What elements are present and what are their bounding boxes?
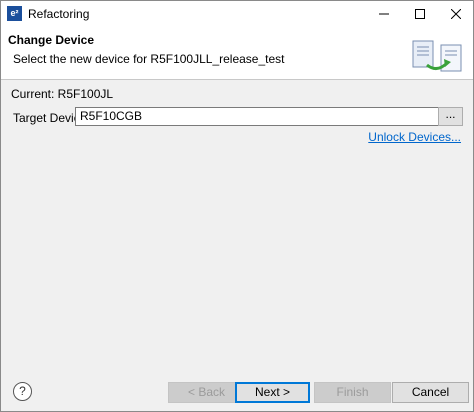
e2-studio-icon: e² <box>7 6 22 21</box>
cancel-button[interactable]: Cancel <box>392 382 469 403</box>
wizard-header: Change Device Select the new device for … <box>1 27 473 80</box>
help-button[interactable]: ? <box>13 382 32 401</box>
maximize-icon <box>415 9 425 19</box>
refactor-wizard-icon <box>412 40 462 72</box>
page-title: Change Device <box>8 33 95 47</box>
page-description: Select the new device for R5F100JLL_rele… <box>13 52 285 66</box>
close-icon <box>451 9 461 19</box>
maximize-button[interactable] <box>403 1 437 27</box>
finish-button[interactable]: Finish <box>314 382 391 403</box>
refactoring-dialog: e² Refactoring Change Device Select the … <box>0 0 474 412</box>
back-button[interactable]: < Back <box>168 382 245 403</box>
next-button[interactable]: Next > <box>235 382 310 403</box>
close-button[interactable] <box>439 1 473 27</box>
current-device-label: Current: R5F100JL <box>11 87 114 101</box>
unlock-devices-link[interactable]: Unlock Devices... <box>368 130 461 144</box>
minimize-button[interactable] <box>367 1 401 27</box>
window-title: Refactoring <box>28 7 90 21</box>
target-device-input[interactable] <box>75 107 441 126</box>
browse-button[interactable]: ... <box>438 107 463 126</box>
minimize-icon <box>379 13 389 15</box>
title-bar: e² Refactoring <box>1 1 473 27</box>
